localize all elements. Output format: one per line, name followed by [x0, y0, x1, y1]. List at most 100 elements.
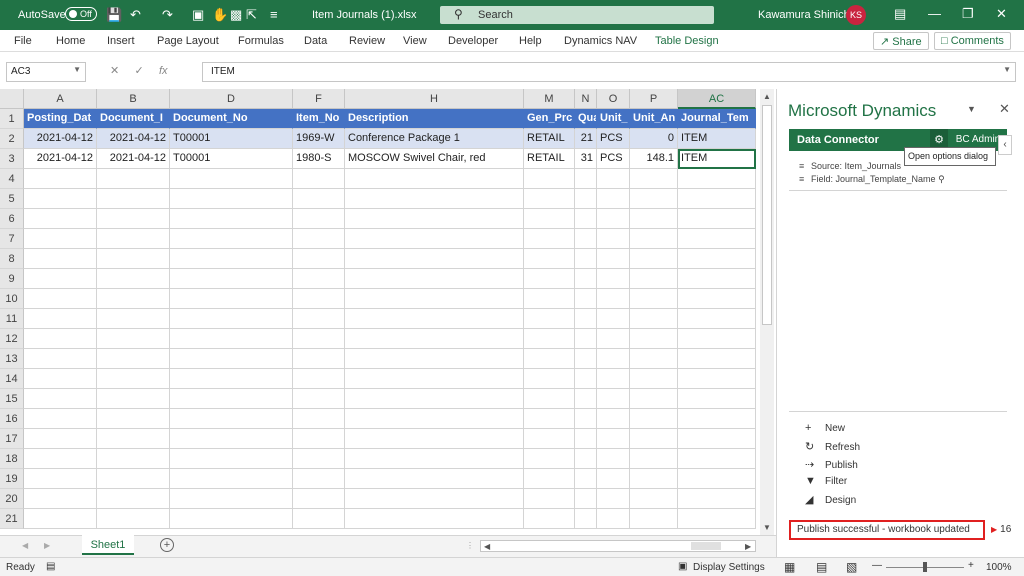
empty-cell[interactable] — [575, 369, 597, 389]
collapse-pane-icon[interactable]: ‹ — [998, 135, 1012, 155]
empty-cell[interactable] — [24, 329, 97, 349]
empty-cell[interactable] — [24, 389, 97, 409]
empty-cell[interactable] — [678, 229, 756, 249]
scroll-up-icon[interactable]: ▲ — [763, 92, 771, 101]
empty-cell[interactable] — [630, 169, 678, 189]
tab-table-design[interactable]: Table Design — [655, 35, 719, 47]
empty-cell[interactable] — [678, 249, 756, 269]
tab-data[interactable]: Data — [304, 35, 327, 47]
scroll-down-icon[interactable]: ▼ — [763, 523, 771, 532]
empty-cell[interactable] — [293, 169, 345, 189]
empty-cell[interactable] — [293, 209, 345, 229]
empty-cell[interactable] — [597, 269, 630, 289]
empty-cell[interactable] — [630, 469, 678, 489]
table-header-cell[interactable]: Journal_Tem — [678, 109, 756, 129]
empty-cell[interactable] — [170, 249, 293, 269]
name-box[interactable]: AC3 ▼ — [6, 62, 86, 82]
empty-cell[interactable] — [170, 169, 293, 189]
empty-cell[interactable] — [597, 329, 630, 349]
table-header-cell[interactable]: Document_No — [170, 109, 293, 129]
row-header[interactable]: 20 — [0, 489, 24, 509]
empty-cell[interactable] — [24, 369, 97, 389]
empty-cell[interactable] — [524, 349, 575, 369]
empty-cell[interactable] — [630, 249, 678, 269]
row-header[interactable]: 15 — [0, 389, 24, 409]
empty-cell[interactable] — [575, 329, 597, 349]
column-header-b[interactable]: B — [97, 89, 170, 109]
minimize-icon[interactable]: — — [928, 6, 941, 21]
empty-cell[interactable] — [345, 169, 524, 189]
tab-insert[interactable]: Insert — [107, 35, 135, 47]
row-header[interactable]: 12 — [0, 329, 24, 349]
table-cell[interactable]: 0 — [630, 129, 678, 149]
empty-cell[interactable] — [597, 509, 630, 529]
empty-cell[interactable] — [630, 369, 678, 389]
table-header-cell[interactable]: Unit_ — [597, 109, 630, 129]
add-sheet-icon[interactable]: + — [160, 538, 174, 552]
pane-options-icon[interactable]: ▼ — [967, 104, 976, 114]
empty-cell[interactable] — [170, 309, 293, 329]
empty-cell[interactable] — [575, 449, 597, 469]
table-cell[interactable]: ITEM — [678, 149, 756, 169]
empty-cell[interactable] — [678, 289, 756, 309]
empty-cell[interactable] — [524, 469, 575, 489]
table-header-cell[interactable]: Item_No — [293, 109, 345, 129]
empty-cell[interactable] — [293, 189, 345, 209]
touch-mode-icon[interactable]: ✋ — [212, 7, 228, 23]
empty-cell[interactable] — [575, 229, 597, 249]
empty-cell[interactable] — [524, 209, 575, 229]
empty-cell[interactable] — [97, 369, 170, 389]
zoom-out-icon[interactable]: — — [872, 560, 882, 571]
filter-action[interactable]: ▼ Filter — [805, 475, 847, 487]
empty-cell[interactable] — [678, 169, 756, 189]
row-header[interactable]: 9 — [0, 269, 24, 289]
pointer-icon[interactable]: ⇱ — [246, 7, 257, 23]
empty-cell[interactable] — [630, 449, 678, 469]
empty-cell[interactable] — [597, 309, 630, 329]
empty-cell[interactable] — [170, 469, 293, 489]
empty-cell[interactable] — [597, 189, 630, 209]
empty-cell[interactable] — [170, 409, 293, 429]
display-settings-icon[interactable]: ▣ — [678, 561, 687, 572]
empty-cell[interactable] — [293, 289, 345, 309]
row-header[interactable]: 17 — [0, 429, 24, 449]
empty-cell[interactable] — [630, 389, 678, 409]
empty-cell[interactable] — [293, 329, 345, 349]
row-header[interactable]: 2 — [0, 129, 24, 149]
cancel-icon[interactable]: ✕ — [110, 65, 119, 77]
sheet-tab[interactable]: Sheet1 — [82, 535, 134, 555]
row-header[interactable]: 3 — [0, 149, 24, 169]
vertical-scrollbar[interactable]: ▲ ▼ — [760, 89, 774, 535]
empty-cell[interactable] — [345, 189, 524, 209]
tab-help[interactable]: Help — [519, 35, 542, 47]
empty-cell[interactable] — [345, 329, 524, 349]
empty-cell[interactable] — [97, 449, 170, 469]
empty-cell[interactable] — [24, 209, 97, 229]
tab-formulas[interactable]: Formulas — [238, 35, 284, 47]
empty-cell[interactable] — [345, 509, 524, 529]
tab-split-icon[interactable]: ⋮ — [466, 541, 474, 550]
search-box[interactable]: ⚲ Search — [440, 6, 714, 24]
empty-cell[interactable] — [24, 449, 97, 469]
row-header[interactable]: 1 — [0, 109, 24, 129]
empty-cell[interactable] — [170, 449, 293, 469]
empty-cell[interactable] — [575, 509, 597, 529]
empty-cell[interactable] — [575, 189, 597, 209]
empty-cell[interactable] — [170, 369, 293, 389]
empty-cell[interactable] — [345, 289, 524, 309]
empty-cell[interactable] — [293, 369, 345, 389]
empty-cell[interactable] — [293, 469, 345, 489]
empty-cell[interactable] — [630, 329, 678, 349]
table-header-cell[interactable]: Description — [345, 109, 524, 129]
empty-cell[interactable] — [597, 229, 630, 249]
tab-file[interactable]: File — [14, 35, 32, 47]
table-cell[interactable]: 1980-S — [293, 149, 345, 169]
empty-cell[interactable] — [524, 229, 575, 249]
empty-cell[interactable] — [678, 189, 756, 209]
empty-cell[interactable] — [293, 349, 345, 369]
table-cell[interactable]: PCS — [597, 129, 630, 149]
row-header[interactable]: 6 — [0, 209, 24, 229]
page-break-view-icon[interactable]: ▧ — [846, 560, 857, 574]
empty-cell[interactable] — [678, 389, 756, 409]
empty-cell[interactable] — [97, 489, 170, 509]
